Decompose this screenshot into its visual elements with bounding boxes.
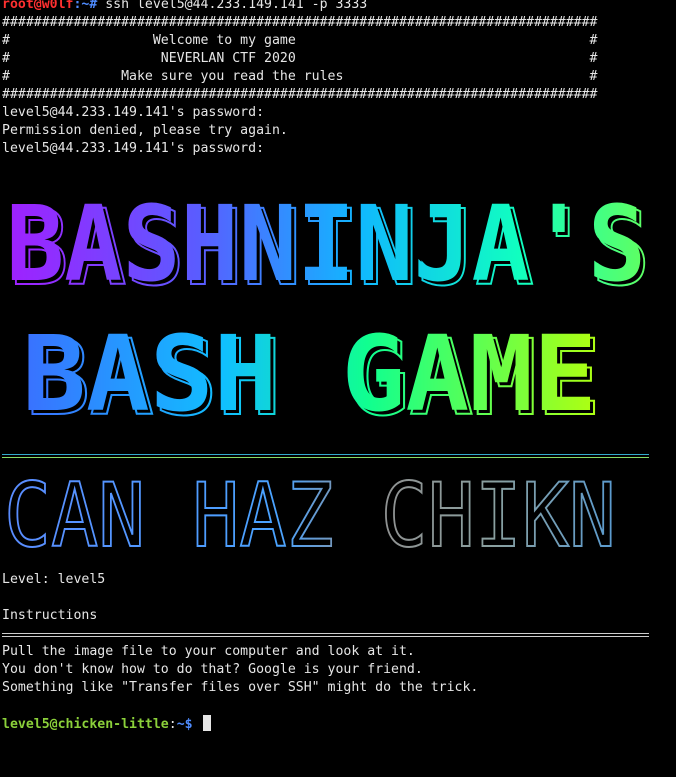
instruction-line: Something like "Transfer files over SSH"… bbox=[2, 680, 479, 695]
motd-line: # NEVERLAN CTF 2020 # bbox=[2, 51, 598, 66]
ssh-command-line: root@w0lf:~# ssh level5@44.233.149.141 -… bbox=[2, 0, 367, 14]
motd-line: # Welcome to my game # bbox=[2, 33, 598, 48]
ascii-art-title: CAN HAZ CHIKN bbox=[3, 468, 617, 558]
prompt-colon: : bbox=[168, 717, 177, 732]
level-label: Level: level5 bbox=[2, 572, 106, 587]
prompt-user-host: level5@chicken-little bbox=[2, 717, 169, 732]
divider bbox=[2, 454, 649, 458]
ascii-art-text: CAN HAZ CHIKN bbox=[4, 468, 616, 558]
shell-prompt-line[interactable]: level5@chicken-little:~$ bbox=[2, 715, 211, 733]
password-prompt: level5@44.233.149.141's password: bbox=[2, 141, 265, 156]
instruction-line: You don't know how to do that? Google is… bbox=[2, 662, 423, 677]
svg-text:BASHNINJA'S: BASHNINJA'S bbox=[6, 183, 646, 305]
motd-line: ########################################… bbox=[2, 87, 598, 102]
root-prompt-user: root@w0lf bbox=[2, 0, 74, 12]
motd-line: # Make sure you read the rules # bbox=[2, 69, 598, 84]
prompt-path: ~$ bbox=[176, 717, 193, 732]
instructions-heading: Instructions bbox=[2, 608, 98, 623]
ssh-command: ssh level5@44.233.149.141 -p 3333 bbox=[97, 0, 368, 12]
text-cursor[interactable] bbox=[202, 715, 211, 731]
permission-denied-message: Permission denied, please try again. bbox=[2, 123, 288, 138]
password-prompt: level5@44.233.149.141's password: bbox=[2, 105, 265, 120]
divider bbox=[2, 633, 649, 637]
svg-text:BASH GAME: BASH GAME bbox=[22, 313, 597, 435]
root-prompt-path: :~# bbox=[73, 0, 98, 12]
motd-line: ########################################… bbox=[2, 15, 598, 30]
instruction-line: Pull the image file to your computer and… bbox=[2, 644, 415, 659]
